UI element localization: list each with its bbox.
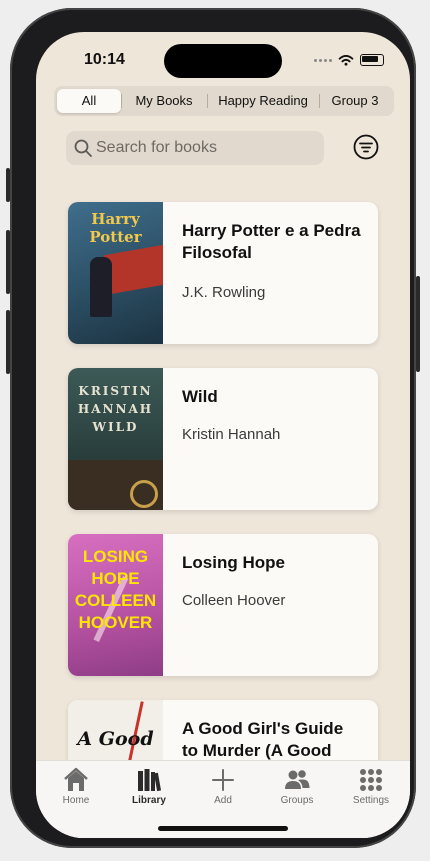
book-author: Colleen Hoover xyxy=(182,592,286,609)
wifi-icon xyxy=(338,54,354,66)
book-cover: KRISTIN HANNAH WILD xyxy=(68,368,163,510)
tab-groups[interactable]: Groups xyxy=(260,761,334,821)
house-icon xyxy=(64,767,88,791)
battery-icon xyxy=(360,54,384,66)
tab-label: Library xyxy=(132,795,166,806)
cellular-icon xyxy=(314,58,332,62)
tab-settings[interactable]: Settings xyxy=(334,761,408,821)
filter-icon[interactable] xyxy=(353,134,379,160)
tab-add[interactable]: Add xyxy=(186,761,260,821)
grid-icon xyxy=(360,769,382,791)
book-author: J.K. Rowling xyxy=(182,284,266,301)
book-card-losing-hope[interactable]: LOSING HOPE COLLEEN HOOVER Losing Hope C… xyxy=(68,534,378,676)
dynamic-island xyxy=(164,44,282,78)
people-icon xyxy=(285,770,310,789)
search-icon xyxy=(74,139,92,157)
plus-icon xyxy=(212,769,234,791)
books-icon xyxy=(138,769,162,792)
volume-down-button xyxy=(6,310,10,374)
status-time: 10:14 xyxy=(84,51,125,68)
status-bar: 10:14 xyxy=(36,32,410,88)
book-title: Wild xyxy=(182,387,218,406)
tab-library[interactable]: Library xyxy=(112,761,186,821)
app-screen: 10:14 All My Books Happy Reading Group 3 xyxy=(36,32,410,838)
book-author: Kristin Hannah xyxy=(182,426,281,443)
mute-switch xyxy=(6,168,10,202)
book-title: Losing Hope xyxy=(182,553,285,572)
segment-all[interactable]: All xyxy=(57,89,121,113)
home-indicator[interactable] xyxy=(158,826,288,831)
collection-segmented-control: All My Books Happy Reading Group 3 xyxy=(54,86,394,116)
segment-my-books[interactable]: My Books xyxy=(121,89,207,113)
book-cover: LOSING HOPE COLLEEN HOOVER xyxy=(68,534,163,676)
search-placeholder: Search for books xyxy=(96,139,217,156)
tab-label: Add xyxy=(214,795,232,806)
search-bar[interactable]: Search for books xyxy=(66,131,324,165)
book-title: A Good Girl's Guide to Murder (A Good xyxy=(182,719,344,760)
tab-home[interactable]: Home xyxy=(39,761,113,821)
volume-up-button xyxy=(6,230,10,294)
segment-happy-reading[interactable]: Happy Reading xyxy=(207,89,319,113)
book-card-harry-potter[interactable]: Harry Potter Harry Potter e a Pedra Filo… xyxy=(68,202,378,344)
phone-frame: 10:14 All My Books Happy Reading Group 3 xyxy=(6,8,420,848)
tab-label: Home xyxy=(62,795,90,806)
tab-label: Settings xyxy=(352,795,390,806)
book-title: Harry Potter e a Pedra Filosofal xyxy=(182,221,361,262)
power-button xyxy=(416,276,420,372)
tab-label: Groups xyxy=(280,795,314,806)
status-icons xyxy=(314,54,384,66)
book-card-wild[interactable]: KRISTIN HANNAH WILD Wild Kristin Hannah xyxy=(68,368,378,510)
book-cover: Harry Potter xyxy=(68,202,163,344)
segment-group-3[interactable]: Group 3 xyxy=(319,89,391,113)
